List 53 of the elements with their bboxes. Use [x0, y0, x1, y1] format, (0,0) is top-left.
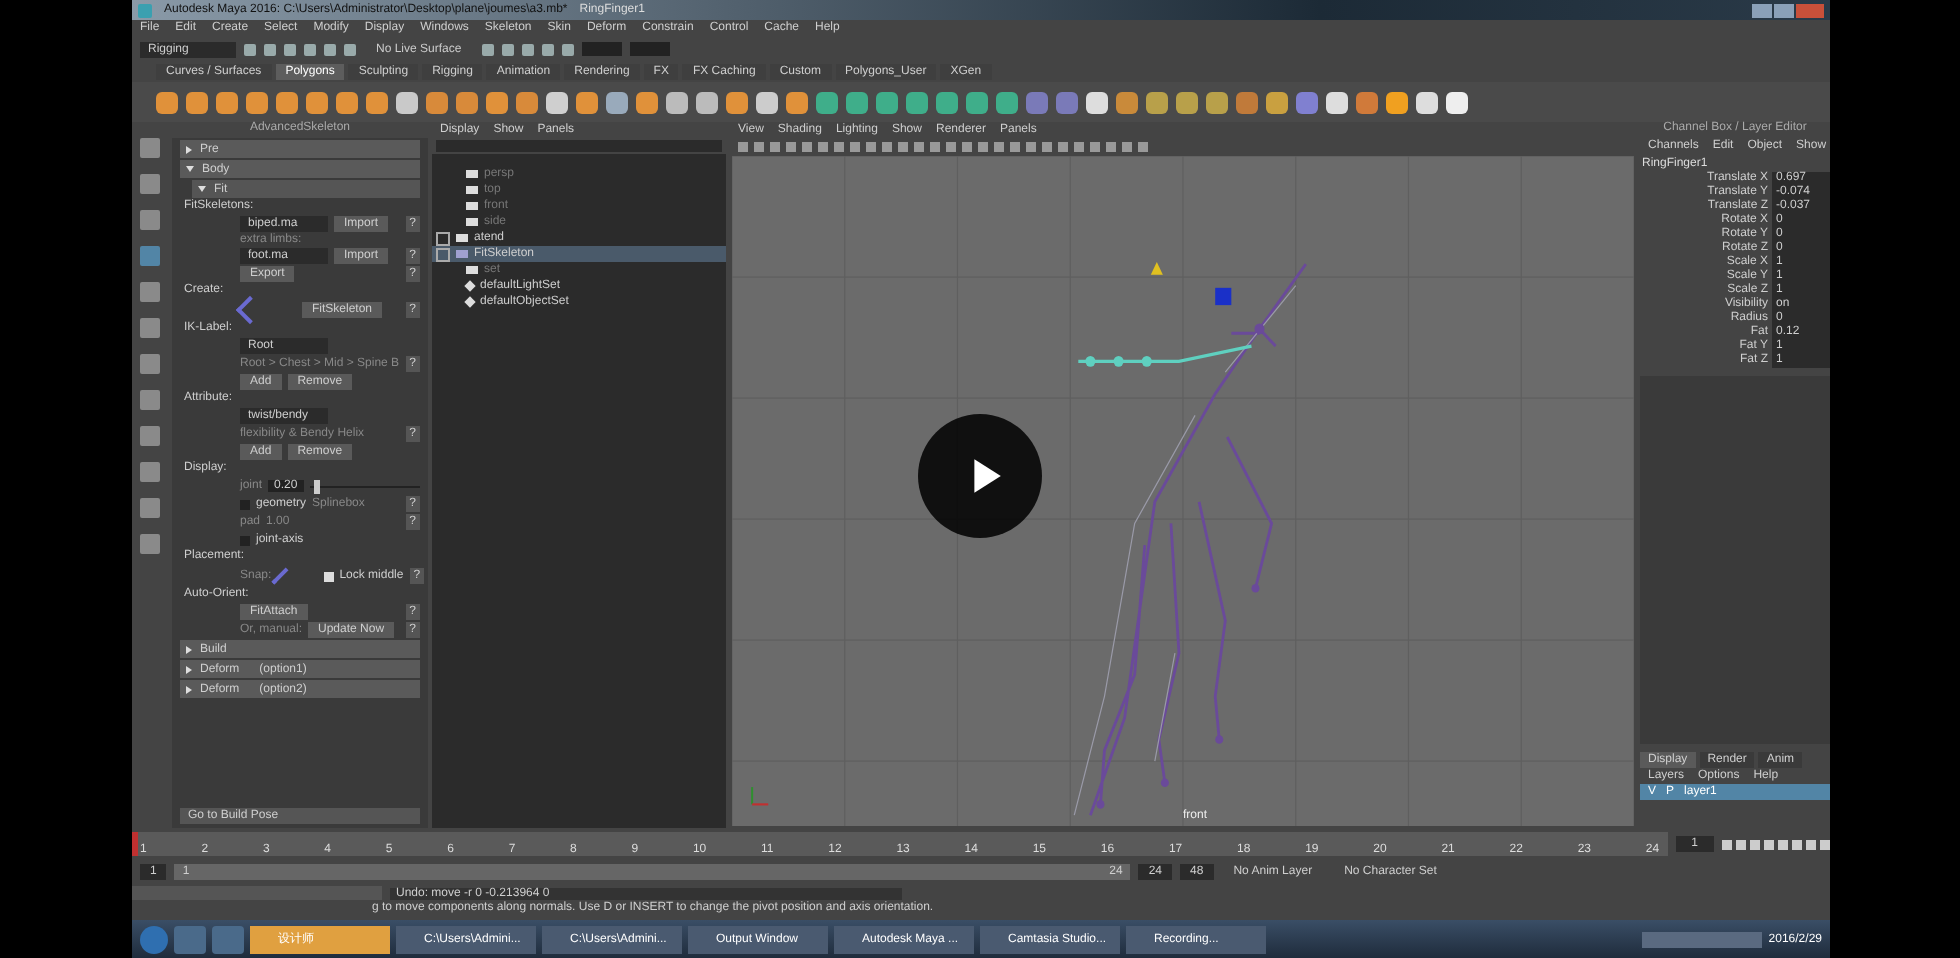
- shelf-tool-icon[interactable]: [366, 91, 388, 113]
- shelf-tool-icon[interactable]: [186, 91, 208, 113]
- shelf-tool-icon[interactable]: [1206, 91, 1228, 113]
- slider-handle[interactable]: [314, 479, 321, 493]
- shelf-tool-icon[interactable]: [906, 91, 928, 113]
- shelf-tool-icon[interactable]: [636, 91, 658, 113]
- shelf-tool-icon[interactable]: [786, 91, 808, 113]
- shelf-tool-icon[interactable]: [306, 91, 328, 113]
- shelf-tool-icon[interactable]: [1176, 91, 1198, 113]
- shelf-tool-icon[interactable]: [276, 91, 298, 113]
- shelf-tool-icon[interactable]: [156, 91, 178, 113]
- shelf-tool-icon[interactable]: [546, 91, 568, 113]
- shelf-tool-icon[interactable]: [846, 91, 868, 113]
- arrow-handle-icon[interactable]: [1150, 261, 1163, 275]
- shelf-tool-icon[interactable]: [606, 91, 628, 113]
- input-field[interactable]: [629, 42, 670, 56]
- shelf-tool-icon[interactable]: [1116, 91, 1138, 113]
- shelf-tool-icon[interactable]: [666, 91, 688, 113]
- shelf-tool-icon[interactable]: [516, 91, 538, 113]
- shelf-tool-icon[interactable]: [756, 91, 778, 113]
- playback-controls-icon[interactable]: [1722, 839, 1830, 849]
- search-field[interactable]: [436, 140, 722, 152]
- shelf-tool-icon[interactable]: [966, 91, 988, 113]
- axis-icon: [751, 787, 769, 806]
- shelf-tool-icon[interactable]: [876, 91, 898, 113]
- shelf-tool-icon[interactable]: [216, 91, 238, 113]
- shelf-tool-icon[interactable]: [726, 91, 748, 113]
- command-input-field[interactable]: [132, 886, 382, 900]
- shelf-tool-icon[interactable]: [456, 91, 478, 113]
- shelf-tool-icon[interactable]: [996, 91, 1018, 113]
- shelf-tool-icon[interactable]: [1446, 91, 1468, 113]
- start-button[interactable]: [140, 925, 168, 953]
- shelf-tool-icon[interactable]: [246, 91, 268, 113]
- maya-logo-icon: [138, 3, 152, 17]
- shelf-tool-icon[interactable]: [336, 91, 358, 113]
- input-field[interactable]: [581, 42, 622, 56]
- shelf-tool-icon[interactable]: [576, 91, 598, 113]
- shelf-tool-icon[interactable]: [816, 91, 838, 113]
- window-controls-icon[interactable]: [1752, 3, 1824, 17]
- shelf-tool-icon[interactable]: [1386, 91, 1408, 113]
- shelf-tool-icon[interactable]: [1146, 91, 1168, 113]
- shelf-tool-icon[interactable]: [936, 91, 958, 113]
- shelf-tool-icon[interactable]: [1416, 91, 1438, 113]
- shelf-tool-icon[interactable]: [1266, 91, 1288, 113]
- shelf-tool-icon[interactable]: [396, 91, 418, 113]
- manipulator-handle-icon[interactable]: [1215, 287, 1232, 306]
- current-frame-marker[interactable]: [132, 832, 138, 856]
- shelf-tool-icon[interactable]: [1326, 91, 1348, 113]
- shelf-tool-icon[interactable]: [696, 91, 718, 113]
- shelf-tool-icon[interactable]: [486, 91, 508, 113]
- system-tray-icon[interactable]: [1642, 931, 1763, 947]
- shelf-tool-icon[interactable]: [1086, 91, 1108, 113]
- shelf-tool-icon[interactable]: [426, 91, 448, 113]
